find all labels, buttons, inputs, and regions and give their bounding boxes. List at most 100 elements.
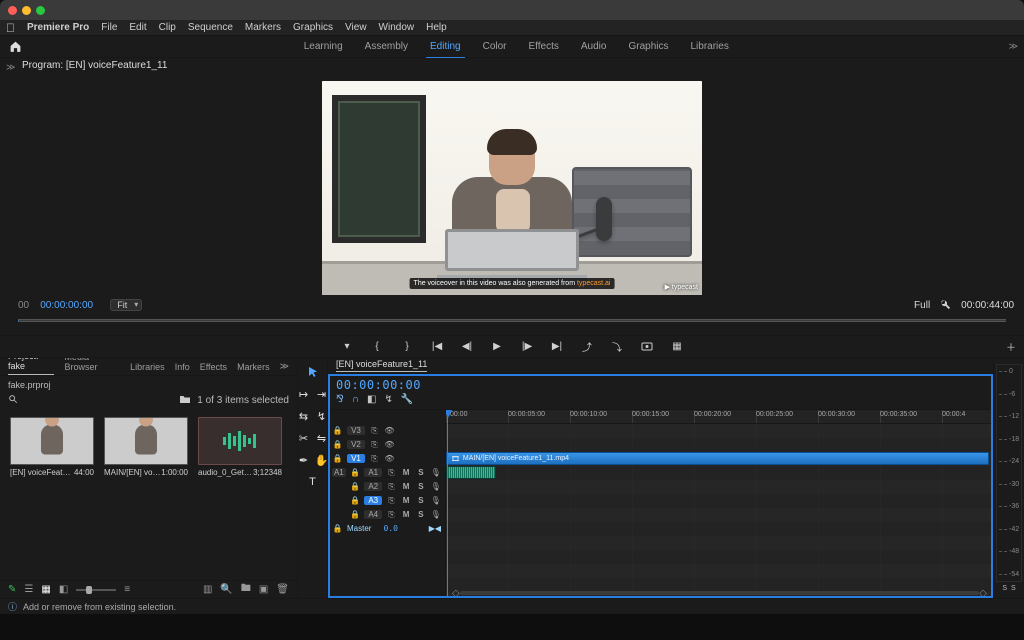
menu-help[interactable]: Help <box>426 22 447 33</box>
write-pencil-icon[interactable]: ✎ <box>8 584 16 595</box>
new-bin-icon[interactable] <box>179 394 191 407</box>
audio-meters[interactable]: 0 -6 -12 -18 -24 -30 -36 -42 -48 -54 SS <box>994 358 1024 598</box>
step-back-icon[interactable]: ◀| <box>460 340 474 354</box>
selection-tool-icon[interactable] <box>305 364 321 380</box>
workspace-audio[interactable]: Audio <box>581 39 607 54</box>
track-header-a2[interactable]: 🔒A2⎘MS🎙 <box>328 480 445 494</box>
program-monitor-frame[interactable]: The voiceover in this video was also gen… <box>322 81 702 295</box>
workspace-effects[interactable]: Effects <box>529 39 559 54</box>
timeline-zoom-scrollbar[interactable]: ◇ ◇ <box>446 588 993 598</box>
trash-icon[interactable]: 🗑 <box>276 584 289 595</box>
razor-tool-icon[interactable]: ✂ <box>296 430 312 446</box>
program-tab-label[interactable]: Program: [EN] voiceFeature1_11 <box>22 60 167 71</box>
rolling-edit-tool-icon[interactable]: ⇆ <box>296 408 312 424</box>
menu-clip[interactable]: Clip <box>159 22 176 33</box>
tab-markers[interactable]: Markers <box>237 362 270 375</box>
new-bin-button-icon[interactable]: 🖿 <box>241 581 251 598</box>
timeline-canvas[interactable]: :00:00 00:00:05:00 00:00:10:00 00:00:15:… <box>446 410 993 598</box>
extract-icon[interactable]: ⤵ <box>610 340 624 354</box>
mac-zoom[interactable] <box>36 6 45 15</box>
go-to-in-icon[interactable]: |◀ <box>430 340 444 354</box>
wrench-icon[interactable]: 🔧 <box>401 394 413 405</box>
mac-close[interactable] <box>8 6 17 15</box>
home-icon[interactable] <box>6 38 24 56</box>
project-search-input[interactable] <box>24 395 173 407</box>
workspace-color[interactable]: Color <box>483 39 507 54</box>
pen-tool-icon[interactable]: ✒ <box>296 452 312 468</box>
settings-wrench-icon[interactable] <box>940 299 951 313</box>
mac-minimize[interactable] <box>22 6 31 15</box>
find-icon[interactable]: 🔍 <box>220 584 232 595</box>
track-header-a3[interactable]: 🔒A3⎘MS🎙 <box>328 494 445 508</box>
marker-span-icon[interactable]: ◧ <box>367 394 376 405</box>
program-mini-ruler[interactable] <box>0 315 1024 327</box>
track-select-tool-icon[interactable]: ↦ <box>296 386 312 402</box>
workspace-overflow-icon[interactable]: ≫ <box>1009 41 1018 52</box>
go-to-out-icon[interactable]: ▶| <box>550 340 564 354</box>
menu-view[interactable]: View <box>345 22 367 33</box>
icon-view-icon[interactable]: ▦ <box>41 584 50 595</box>
program-left-timecode[interactable]: 00:00:00:00 <box>40 300 93 311</box>
zoom-slider[interactable] <box>76 589 116 591</box>
audio-clip[interactable] <box>446 466 496 479</box>
auto-sequence-icon[interactable]: ▥ <box>203 584 212 595</box>
track-header-master[interactable]: 🔒Master0.0▶◀ <box>328 522 445 536</box>
add-marker-icon[interactable]: ▾ <box>340 340 354 354</box>
track-header-v3[interactable]: 🔒V3⎘👁 <box>328 424 445 438</box>
sort-icon[interactable]: ≡ <box>124 584 130 595</box>
mark-out-icon[interactable]: } <box>400 340 414 354</box>
tab-libraries[interactable]: Libraries <box>130 362 165 375</box>
track-header-a1[interactable]: A1🔒A1⎘MS🎙 <box>328 466 445 480</box>
menu-sequence[interactable]: Sequence <box>188 22 233 33</box>
linked-sel-icon[interactable]: ∩ <box>352 394 359 405</box>
tab-overflow-icon[interactable]: ≫ <box>280 361 289 375</box>
tab-info[interactable]: Info <box>175 362 190 375</box>
video-clip[interactable]: 🎞MAIN/[EN] voiceFeature1_11.mp4 <box>446 452 989 465</box>
tab-effects[interactable]: Effects <box>200 362 227 375</box>
playhead[interactable] <box>447 410 448 598</box>
add-panel-icon[interactable]: ＋ <box>1004 340 1018 354</box>
info-icon: ⓘ <box>8 600 17 613</box>
freeform-view-icon[interactable]: ◧ <box>59 584 68 595</box>
new-item-icon[interactable]: ▣ <box>259 584 268 595</box>
step-forward-icon[interactable]: |▶ <box>520 340 534 354</box>
menu-markers[interactable]: Markers <box>245 22 281 33</box>
track-header-a4[interactable]: 🔒A4⎘MS🎙 <box>328 508 445 522</box>
play-icon[interactable]: ▶ <box>490 340 504 354</box>
workspace-editing[interactable]: Editing <box>430 39 461 54</box>
sync-lock-icon[interactable]: ↯ <box>384 394 392 405</box>
track-header-v1[interactable]: 🔒V1⎘👁 <box>328 452 445 466</box>
list-view-icon[interactable]: ☰ <box>24 584 33 595</box>
menu-window[interactable]: Window <box>379 22 415 33</box>
meter-solo-buttons[interactable]: SS <box>1002 585 1015 592</box>
project-item[interactable]: MAIN/[EN] voiceFe...1:00:00 <box>104 417 188 477</box>
search-icon[interactable] <box>8 394 18 407</box>
ruler-tick: 00:00:25:00 <box>756 411 793 418</box>
lower-panels: Project: fake Media Browser Libraries In… <box>0 358 1024 598</box>
timeline-playhead-timecode[interactable]: 00:00:00:00 <box>336 378 421 392</box>
export-frame-icon[interactable] <box>640 340 654 354</box>
workspace-learning[interactable]: Learning <box>304 39 343 54</box>
menu-graphics[interactable]: Graphics <box>293 22 333 33</box>
type-tool-icon[interactable]: T <box>305 474 321 490</box>
timeline-ruler[interactable]: :00:00 00:00:05:00 00:00:10:00 00:00:15:… <box>446 410 993 424</box>
sequence-tab[interactable]: [EN] voiceFeature1_11 <box>336 359 427 372</box>
workspace-assembly[interactable]: Assembly <box>365 39 408 54</box>
snap-icon[interactable]: ⅋ <box>336 394 344 405</box>
lift-icon[interactable]: ⤴ <box>580 340 594 354</box>
project-item[interactable]: [EN] voiceFeature1_1144:00 <box>10 417 94 477</box>
menu-edit[interactable]: Edit <box>129 22 146 33</box>
mark-in-icon[interactable]: { <box>370 340 384 354</box>
menu-file[interactable]: File <box>101 22 117 33</box>
panel-expand-icon[interactable]: ≫ <box>6 62 15 73</box>
apple-menu-icon[interactable]:  <box>6 21 15 35</box>
zoom-level-dropdown[interactable]: Fit <box>110 299 142 311</box>
track-header-v2[interactable]: 🔒V2⎘👁 <box>328 438 445 452</box>
workspace-libraries[interactable]: Libraries <box>690 39 728 54</box>
app-title[interactable]: Premiere Pro <box>27 22 89 33</box>
button-editor-icon[interactable]: ▦ <box>670 340 684 354</box>
workspace-graphics[interactable]: Graphics <box>628 39 668 54</box>
project-item[interactable]: audio_0_Getting_...3;12348 <box>198 417 282 477</box>
playback-resolution-dropdown[interactable]: Full <box>914 300 930 311</box>
workspace-tabs: Learning Assembly Editing Color Effects … <box>24 39 1009 54</box>
